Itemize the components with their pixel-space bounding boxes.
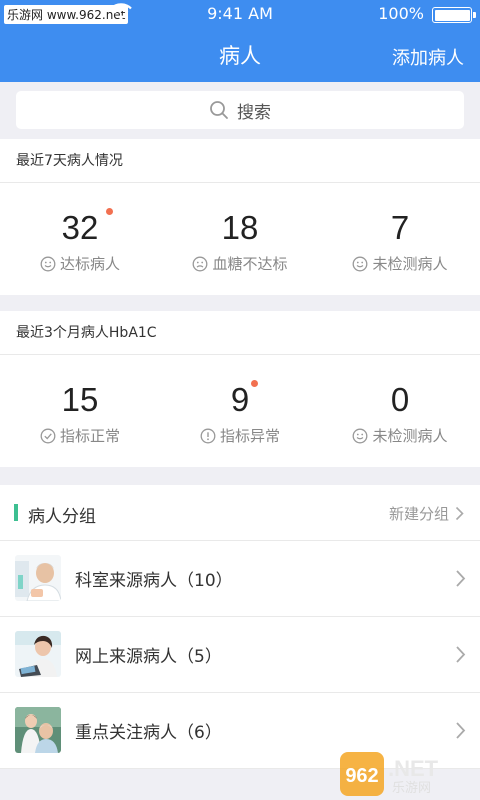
stat-label: 未检测病人	[372, 427, 448, 445]
stat-label: 血糖不达标	[212, 255, 288, 273]
recent-months-title: 最近3个月病人HbA1C	[0, 311, 480, 355]
group-row-department[interactable]: 科室来源病人（10）	[0, 541, 480, 617]
chevron-right-icon	[456, 570, 466, 587]
stat-label: 指标正常	[59, 427, 120, 445]
stat-value: 9	[230, 381, 250, 418]
stat-untested[interactable]: 7 未检测病人	[320, 183, 480, 295]
stat-normal[interactable]: 15 指标正常	[0, 355, 160, 467]
watermark-sub-text: 乐游网	[392, 781, 431, 796]
watermark-logo-text: .NET	[388, 756, 439, 781]
new-group-button[interactable]: 新建分组	[389, 503, 464, 524]
stat-untested-hba1c[interactable]: 0 未检测病人	[320, 355, 480, 467]
search-icon	[210, 101, 228, 119]
smile-icon	[353, 428, 368, 443]
frown-icon	[193, 256, 208, 271]
battery-icon	[432, 7, 476, 23]
stat-value: 32	[61, 209, 99, 246]
stat-label: 达标病人	[59, 255, 120, 273]
stat-value: 18	[221, 209, 259, 246]
group-label: 重点关注病人（6）	[75, 723, 222, 743]
stat-on-target[interactable]: 32 达标病人	[0, 183, 160, 295]
stat-value: 0	[390, 381, 410, 418]
notification-dot	[251, 380, 258, 387]
stat-value: 15	[61, 381, 99, 418]
smile-icon	[40, 256, 56, 271]
group-label: 科室来源病人（10）	[75, 571, 233, 591]
recent-months-card: 最近3个月病人HbA1C 15 指标正常 9 指标异常 0 未检测病人	[0, 311, 480, 467]
group-label: 网上来源病人（5）	[75, 647, 222, 667]
recent-week-card: 最近7天病人情况 32 达标病人 18 血糖不达标 7 未检测病人	[0, 139, 480, 295]
battery-percent: 100%	[378, 4, 424, 23]
group-row-online[interactable]: 网上来源病人（5）	[0, 617, 480, 693]
smile-icon	[353, 256, 368, 271]
search-bar: 搜索	[0, 82, 480, 138]
status-bar: 乐游网 www.962.net 9:41 AM 100%	[0, 0, 480, 28]
add-patient-button[interactable]: 添加病人	[392, 44, 464, 70]
stat-label: 未检测病人	[372, 255, 448, 273]
stat-glucose-off-target[interactable]: 18 血糖不达标	[160, 183, 320, 295]
chevron-right-icon	[455, 506, 464, 521]
stat-abnormal[interactable]: 9 指标异常	[160, 355, 320, 467]
chevron-right-icon	[456, 646, 466, 663]
app-header: 乐游网 www.962.net 9:41 AM 100% 病人 添加病人	[0, 0, 480, 82]
section-accent-bar	[14, 504, 18, 521]
new-group-label: 新建分组	[388, 505, 449, 523]
stat-label: 指标异常	[219, 427, 280, 445]
search-placeholder: 搜索	[237, 102, 271, 123]
exclamation-circle-icon	[200, 428, 216, 443]
online-patients-avatar	[15, 631, 61, 677]
recent-week-title: 最近7天病人情况	[0, 139, 480, 183]
search-input[interactable]: 搜索	[16, 91, 464, 129]
chevron-right-icon	[456, 722, 466, 739]
check-circle-icon	[40, 428, 56, 443]
watermark-logo-number: 962	[345, 765, 378, 787]
patient-groups-header: 病人分组 新建分组	[0, 485, 480, 541]
site-watermark-logo: 962 .NET 乐游网	[340, 752, 439, 796]
notification-dot	[106, 208, 113, 215]
key-patients-avatar	[15, 707, 61, 753]
patient-groups-title: 病人分组	[28, 507, 96, 527]
department-patients-avatar	[15, 555, 61, 601]
stat-value: 7	[390, 209, 410, 246]
